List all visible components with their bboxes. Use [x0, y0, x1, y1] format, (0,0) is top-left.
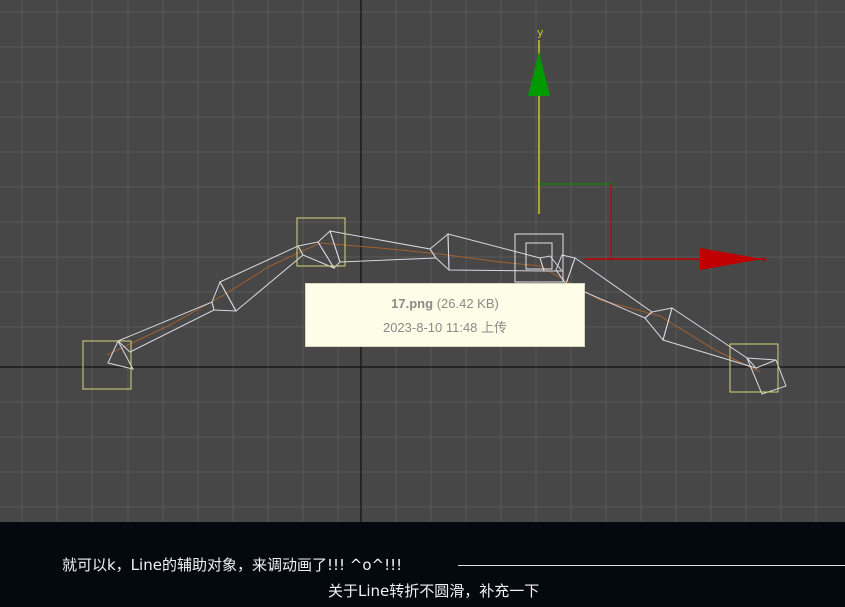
tooltip-upload-time: 2023-8-10 11:48 上传: [382, 320, 508, 335]
post-caption: 就可以k，Line的辅助对象，来调动画了!!! ^o^!!! 关于Line转折不…: [0, 522, 845, 607]
viewport-canvas[interactable]: y x: [0, 0, 845, 522]
caption-divider: [458, 565, 845, 566]
gizmo-x-label: x: [762, 255, 768, 265]
tooltip-filename: 17.png: [391, 296, 434, 311]
gizmo-y-arrow[interactable]: [528, 52, 550, 96]
caption-line-1: 就可以k，Line的辅助对象，来调动画了!!! ^o^!!!: [62, 556, 403, 574]
transform-gizmo[interactable]: y x: [528, 26, 768, 270]
gizmo-x-arrow[interactable]: [700, 248, 762, 270]
gizmo-y-label: y: [537, 26, 544, 39]
image-tooltip: 17.png (26.42 KB) 2023-8-10 11:48 上传: [305, 283, 585, 347]
viewport[interactable]: y x 17.png (26.42 KB) 2023-8-10 11:48 上传: [0, 0, 845, 522]
tooltip-filesize: (26.42 KB): [436, 296, 499, 311]
caption-line-2: 关于Line转折不圆滑，补充一下: [328, 582, 540, 600]
helper-box-start[interactable]: [82, 340, 132, 390]
